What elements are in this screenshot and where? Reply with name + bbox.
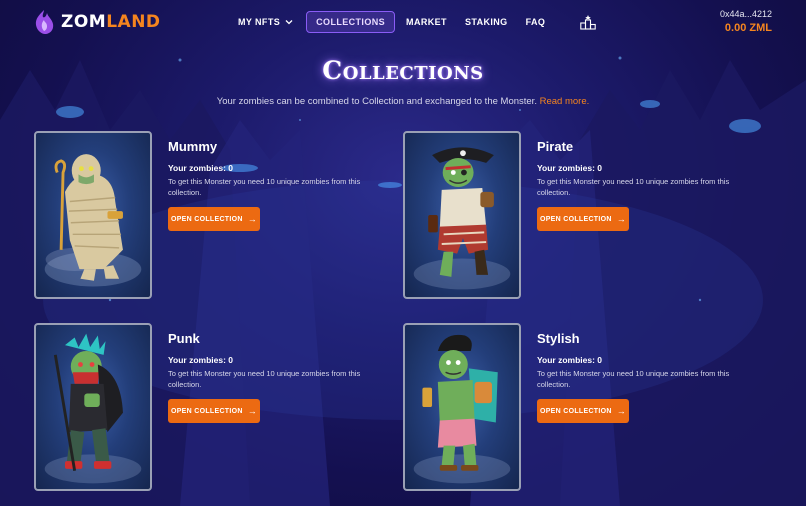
open-collection-button[interactable]: OPEN COLLECTION → — [168, 207, 260, 231]
open-collection-button[interactable]: OPEN COLLECTION → — [537, 207, 629, 231]
read-more-link[interactable]: Read more. — [540, 96, 590, 107]
wallet-address: 0x44a...4212 — [719, 9, 772, 19]
zombie-count: Your zombies: 0 — [168, 355, 234, 365]
nav-my-nfts-label: MY NFTS — [238, 17, 281, 27]
wallet-balance: 0.00 ZML — [724, 22, 772, 34]
nav-collections[interactable]: COLLECTIONS — [306, 11, 396, 33]
zombie-count: Your zombies: 0 — [537, 163, 603, 173]
pirate-image[interactable] — [403, 131, 521, 299]
pirate-illustration — [413, 147, 511, 290]
logo-text: ZOMLAND — [61, 12, 161, 32]
collection-card-punk: Punk Your zombies: 0 To get this Monster… — [34, 323, 374, 491]
collection-card-mummy: Mummy Your zombies: 0 To get this Monste… — [34, 131, 374, 299]
collection-description: To get this Monster you need 10 unique z… — [168, 177, 361, 197]
mummy-illustration — [44, 154, 142, 287]
punk-illustration — [44, 333, 142, 484]
logo[interactable]: ZOMLAND — [33, 9, 161, 35]
arrow-right-icon: → — [247, 406, 258, 416]
zombie-count: Your zombies: 0 — [168, 163, 234, 173]
top-navbar: ZOMLAND MY NFTS COLLECTIONS MARKET STAKI… — [0, 0, 806, 44]
collection-name: Pirate — [537, 139, 574, 154]
nav-faq[interactable]: FAQ — [517, 11, 555, 33]
collection-card-pirate: Pirate Your zombies: 0 To get this Monst… — [403, 131, 743, 299]
collection-description: To get this Monster you need 10 unique z… — [537, 369, 730, 389]
stylish-illustration — [413, 334, 511, 484]
zombie-count: Your zombies: 0 — [537, 355, 603, 365]
open-collection-label: OPEN COLLECTION — [539, 215, 612, 223]
open-collection-label: OPEN COLLECTION — [539, 407, 612, 415]
nav-market[interactable]: MARKET — [397, 11, 456, 33]
collection-card-stylish: Stylish Your zombies: 0 To get this Mons… — [403, 323, 743, 491]
punk-image[interactable] — [34, 323, 152, 491]
podium-icon[interactable] — [580, 14, 596, 30]
open-collection-button[interactable]: OPEN COLLECTION → — [168, 399, 260, 423]
collection-name: Punk — [168, 331, 200, 346]
arrow-right-icon: → — [616, 214, 627, 224]
open-collection-button[interactable]: OPEN COLLECTION → — [537, 399, 629, 423]
collection-description: To get this Monster you need 10 unique z… — [168, 369, 361, 389]
subtitle-text: Your zombies can be combined to Collecti… — [216, 96, 537, 107]
nav-staking[interactable]: STAKING — [456, 11, 517, 33]
arrow-right-icon: → — [247, 214, 258, 224]
collection-name: Mummy — [168, 139, 218, 154]
stylish-image[interactable] — [403, 323, 521, 491]
nav-my-nfts[interactable]: MY NFTS — [229, 11, 302, 33]
page-title: Collections — [322, 56, 484, 85]
logo-flame-icon — [35, 10, 54, 34]
collection-name: Stylish — [537, 331, 580, 346]
collection-description: To get this Monster you need 10 unique z… — [537, 177, 730, 197]
main-nav: MY NFTS COLLECTIONS MARKET STAKING FAQ — [229, 11, 554, 33]
open-collection-label: OPEN COLLECTION — [170, 215, 243, 223]
chevron-down-icon — [285, 20, 293, 25]
open-collection-label: OPEN COLLECTION — [170, 407, 243, 415]
wallet-info[interactable]: 0x44a...4212 0.00 ZML — [720, 9, 772, 34]
arrow-right-icon: → — [616, 406, 627, 416]
page-subtitle: Your zombies can be combined to Collecti… — [0, 96, 806, 107]
mummy-image[interactable] — [34, 131, 152, 299]
